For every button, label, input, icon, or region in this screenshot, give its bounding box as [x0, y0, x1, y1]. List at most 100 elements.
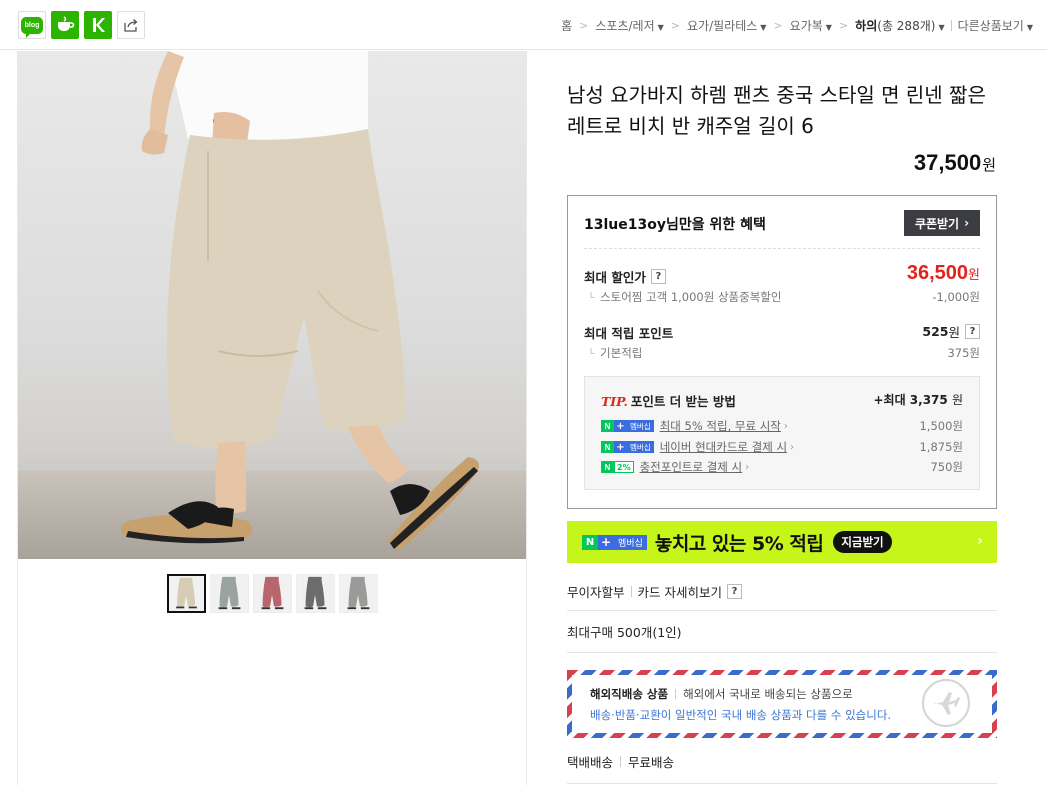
- tip-row-card: N + 멤버십 네이버 현대카드로 결제 시 › 1,875원: [601, 439, 963, 455]
- shipping-fee: 무료배송: [628, 755, 675, 770]
- chevron-down-icon: ▼: [938, 23, 945, 32]
- installment-text: 무이자할부: [567, 585, 625, 600]
- help-icon[interactable]: ?: [727, 584, 742, 599]
- membership-promo-banner[interactable]: N + 멤버십 놓치고 있는 5% 적립 지금받기 ›: [567, 521, 997, 563]
- kakaostory-share-button[interactable]: [84, 11, 112, 39]
- cafe-share-button[interactable]: [51, 11, 79, 39]
- benefit-heading: 13lue13oy님만을 위한 혜택: [584, 217, 766, 233]
- product-thumbnail[interactable]: [210, 574, 249, 613]
- cafe-icon: [58, 16, 75, 31]
- tip-max-point: +최대 3,375 원: [873, 393, 963, 407]
- naver-n-icon: N: [582, 534, 598, 550]
- help-icon[interactable]: ?: [650, 269, 666, 284]
- max-discount-label: 최대 할인가?: [584, 267, 666, 286]
- payment-row: 무이자할부 카드 자세히보기 ?: [567, 573, 997, 611]
- product-thumbnail[interactable]: [253, 574, 292, 613]
- get-now-button[interactable]: 지금받기: [833, 531, 892, 553]
- breadcrumb-separator: >: [670, 19, 680, 32]
- thumbnail-image: [211, 575, 248, 612]
- chevron-down-icon: ▼: [825, 23, 832, 32]
- plus-icon: +: [614, 420, 627, 432]
- other-products-link[interactable]: 다른상품보기 ▼: [958, 17, 1033, 34]
- naver-n-icon: N: [601, 420, 614, 432]
- tip-row-charge: N 2% 충전포인트로 결제 시 › 750원: [601, 459, 963, 475]
- thumbnail-image: [169, 576, 204, 611]
- divider: [950, 20, 952, 31]
- membership-badge: 멤버십: [627, 441, 654, 453]
- product-price: 37,500원: [913, 150, 996, 175]
- chevron-right-icon: ›: [783, 420, 788, 432]
- chevron-right-icon: ›: [977, 533, 983, 549]
- share-button[interactable]: [117, 11, 145, 39]
- product-thumbnail[interactable]: [167, 574, 206, 613]
- product-image-panel: [17, 51, 527, 785]
- tip-title: TIP. 포인트 더 받는 방법: [601, 394, 736, 409]
- benefit-box: 13lue13oy님만을 위한 혜택 쿠폰받기 › 최대 할인가? 36,500원…: [567, 195, 997, 509]
- overseas-title: 해외직배송 상품 해외에서 국내로 배송되는 상품으로: [590, 687, 853, 701]
- shipping-method: 택배배송: [567, 755, 614, 770]
- basic-point-value: 375원: [947, 346, 980, 360]
- breadcrumb-separator: >: [773, 19, 783, 32]
- divider: [584, 248, 980, 249]
- blog-share-button[interactable]: blog: [18, 11, 46, 39]
- breadcrumb-separator: >: [838, 19, 849, 32]
- chevron-down-icon: ▼: [760, 23, 767, 32]
- card-detail-link[interactable]: 카드 자세히보기: [638, 582, 722, 601]
- max-discount-price: 36,500원: [906, 262, 980, 284]
- thumbnail-list: [167, 574, 378, 613]
- max-point-value: 525 원?: [922, 322, 980, 341]
- membership-badge: 멤버십: [614, 534, 647, 550]
- blog-icon: blog: [21, 16, 43, 38]
- overseas-notice-text: 배송·반품·교환이 일반적인 국내 배송 상품과 다를 수 있습니다.: [590, 708, 892, 722]
- membership-badge: 멤버십: [627, 420, 654, 432]
- top-bar: blog 홈 > 스포츠/레저 ▼ > 요가/필라테스 ▼ > 요가복 ▼ > …: [0, 0, 1047, 50]
- breadcrumb-home[interactable]: 홈: [561, 17, 572, 34]
- overseas-notice-body: 해외직배송 상품 해외에서 국내로 배송되는 상품으로 배송·반품·교환이 일반적…: [572, 675, 992, 733]
- breadcrumb-sports[interactable]: 스포츠/레저 ▼: [595, 17, 663, 34]
- chevron-right-icon: ›: [964, 216, 970, 230]
- promo-badges: N + 멤버십: [582, 534, 647, 550]
- product-photo: [120, 51, 479, 551]
- point-tip-box: TIP. 포인트 더 받는 방법 +최대 3,375 원 N + 멤버십 최대 5…: [584, 376, 980, 490]
- breadcrumb-yoga-wear[interactable]: 요가복 ▼: [790, 17, 832, 34]
- store-discount-label: 스토어찜 고객 1,000원 상품중복할인: [588, 289, 781, 305]
- thumbnail-image: [340, 575, 377, 612]
- chevron-right-icon: ›: [745, 461, 750, 473]
- tip-value: 1,500원: [919, 419, 963, 433]
- tip-value: 1,875원: [919, 440, 963, 454]
- membership-start-link[interactable]: 최대 5% 적립, 무료 시작: [660, 418, 781, 434]
- naver-n-icon: N: [601, 441, 614, 453]
- breadcrumb: 홈 > 스포츠/레저 ▼ > 요가/필라테스 ▼ > 요가복 ▼ > 하의(총 288…: [561, 17, 1033, 34]
- chevron-right-icon: ›: [790, 441, 795, 453]
- divider: [630, 586, 632, 597]
- max-point-label: 최대 적립 포인트: [584, 326, 674, 341]
- help-icon[interactable]: ?: [965, 324, 980, 339]
- share-icons: blog: [18, 11, 145, 39]
- thumbnail-image: [297, 575, 334, 612]
- chevron-down-icon: ▼: [1026, 23, 1033, 32]
- divider: [567, 783, 997, 784]
- breadcrumb-yoga-pilates[interactable]: 요가/필라테스 ▼: [687, 17, 766, 34]
- product-thumbnail[interactable]: [296, 574, 335, 613]
- product-thumbnail[interactable]: [339, 574, 378, 613]
- charge-point-link[interactable]: 충전포인트로 결제 시: [640, 459, 743, 475]
- tip-value: 750원: [930, 460, 963, 474]
- coupon-button[interactable]: 쿠폰받기 ›: [904, 210, 980, 236]
- share-icon: [124, 19, 138, 32]
- purchase-limit-row: 최대구매 500개(1인): [567, 611, 997, 653]
- airplane-stamp-icon: [922, 679, 970, 727]
- hyundai-card-link[interactable]: 네이버 현대카드로 결제 시: [660, 439, 787, 455]
- promo-text: 놓치고 있는 5% 적립: [654, 532, 824, 555]
- chevron-down-icon: ▼: [657, 23, 664, 32]
- purchase-limit-text: 최대구매 500개(1인): [567, 625, 682, 640]
- basic-point-label: 기본적립: [588, 345, 642, 361]
- breadcrumb-separator: >: [579, 19, 589, 32]
- breadcrumb-current[interactable]: 하의(총 288개) ▼: [855, 17, 944, 34]
- divider: [620, 756, 622, 767]
- shipping-row: 택배배송 무료배송: [567, 752, 674, 771]
- product-title: 남성 요가바지 하렘 팬츠 중국 스타일 면 린넨 짧은 레트로 비치 반 캐주…: [567, 83, 986, 138]
- product-main-image[interactable]: [18, 51, 526, 559]
- divider: [675, 689, 677, 699]
- two-percent-badge: 2%: [614, 461, 634, 473]
- plus-icon: +: [598, 534, 614, 550]
